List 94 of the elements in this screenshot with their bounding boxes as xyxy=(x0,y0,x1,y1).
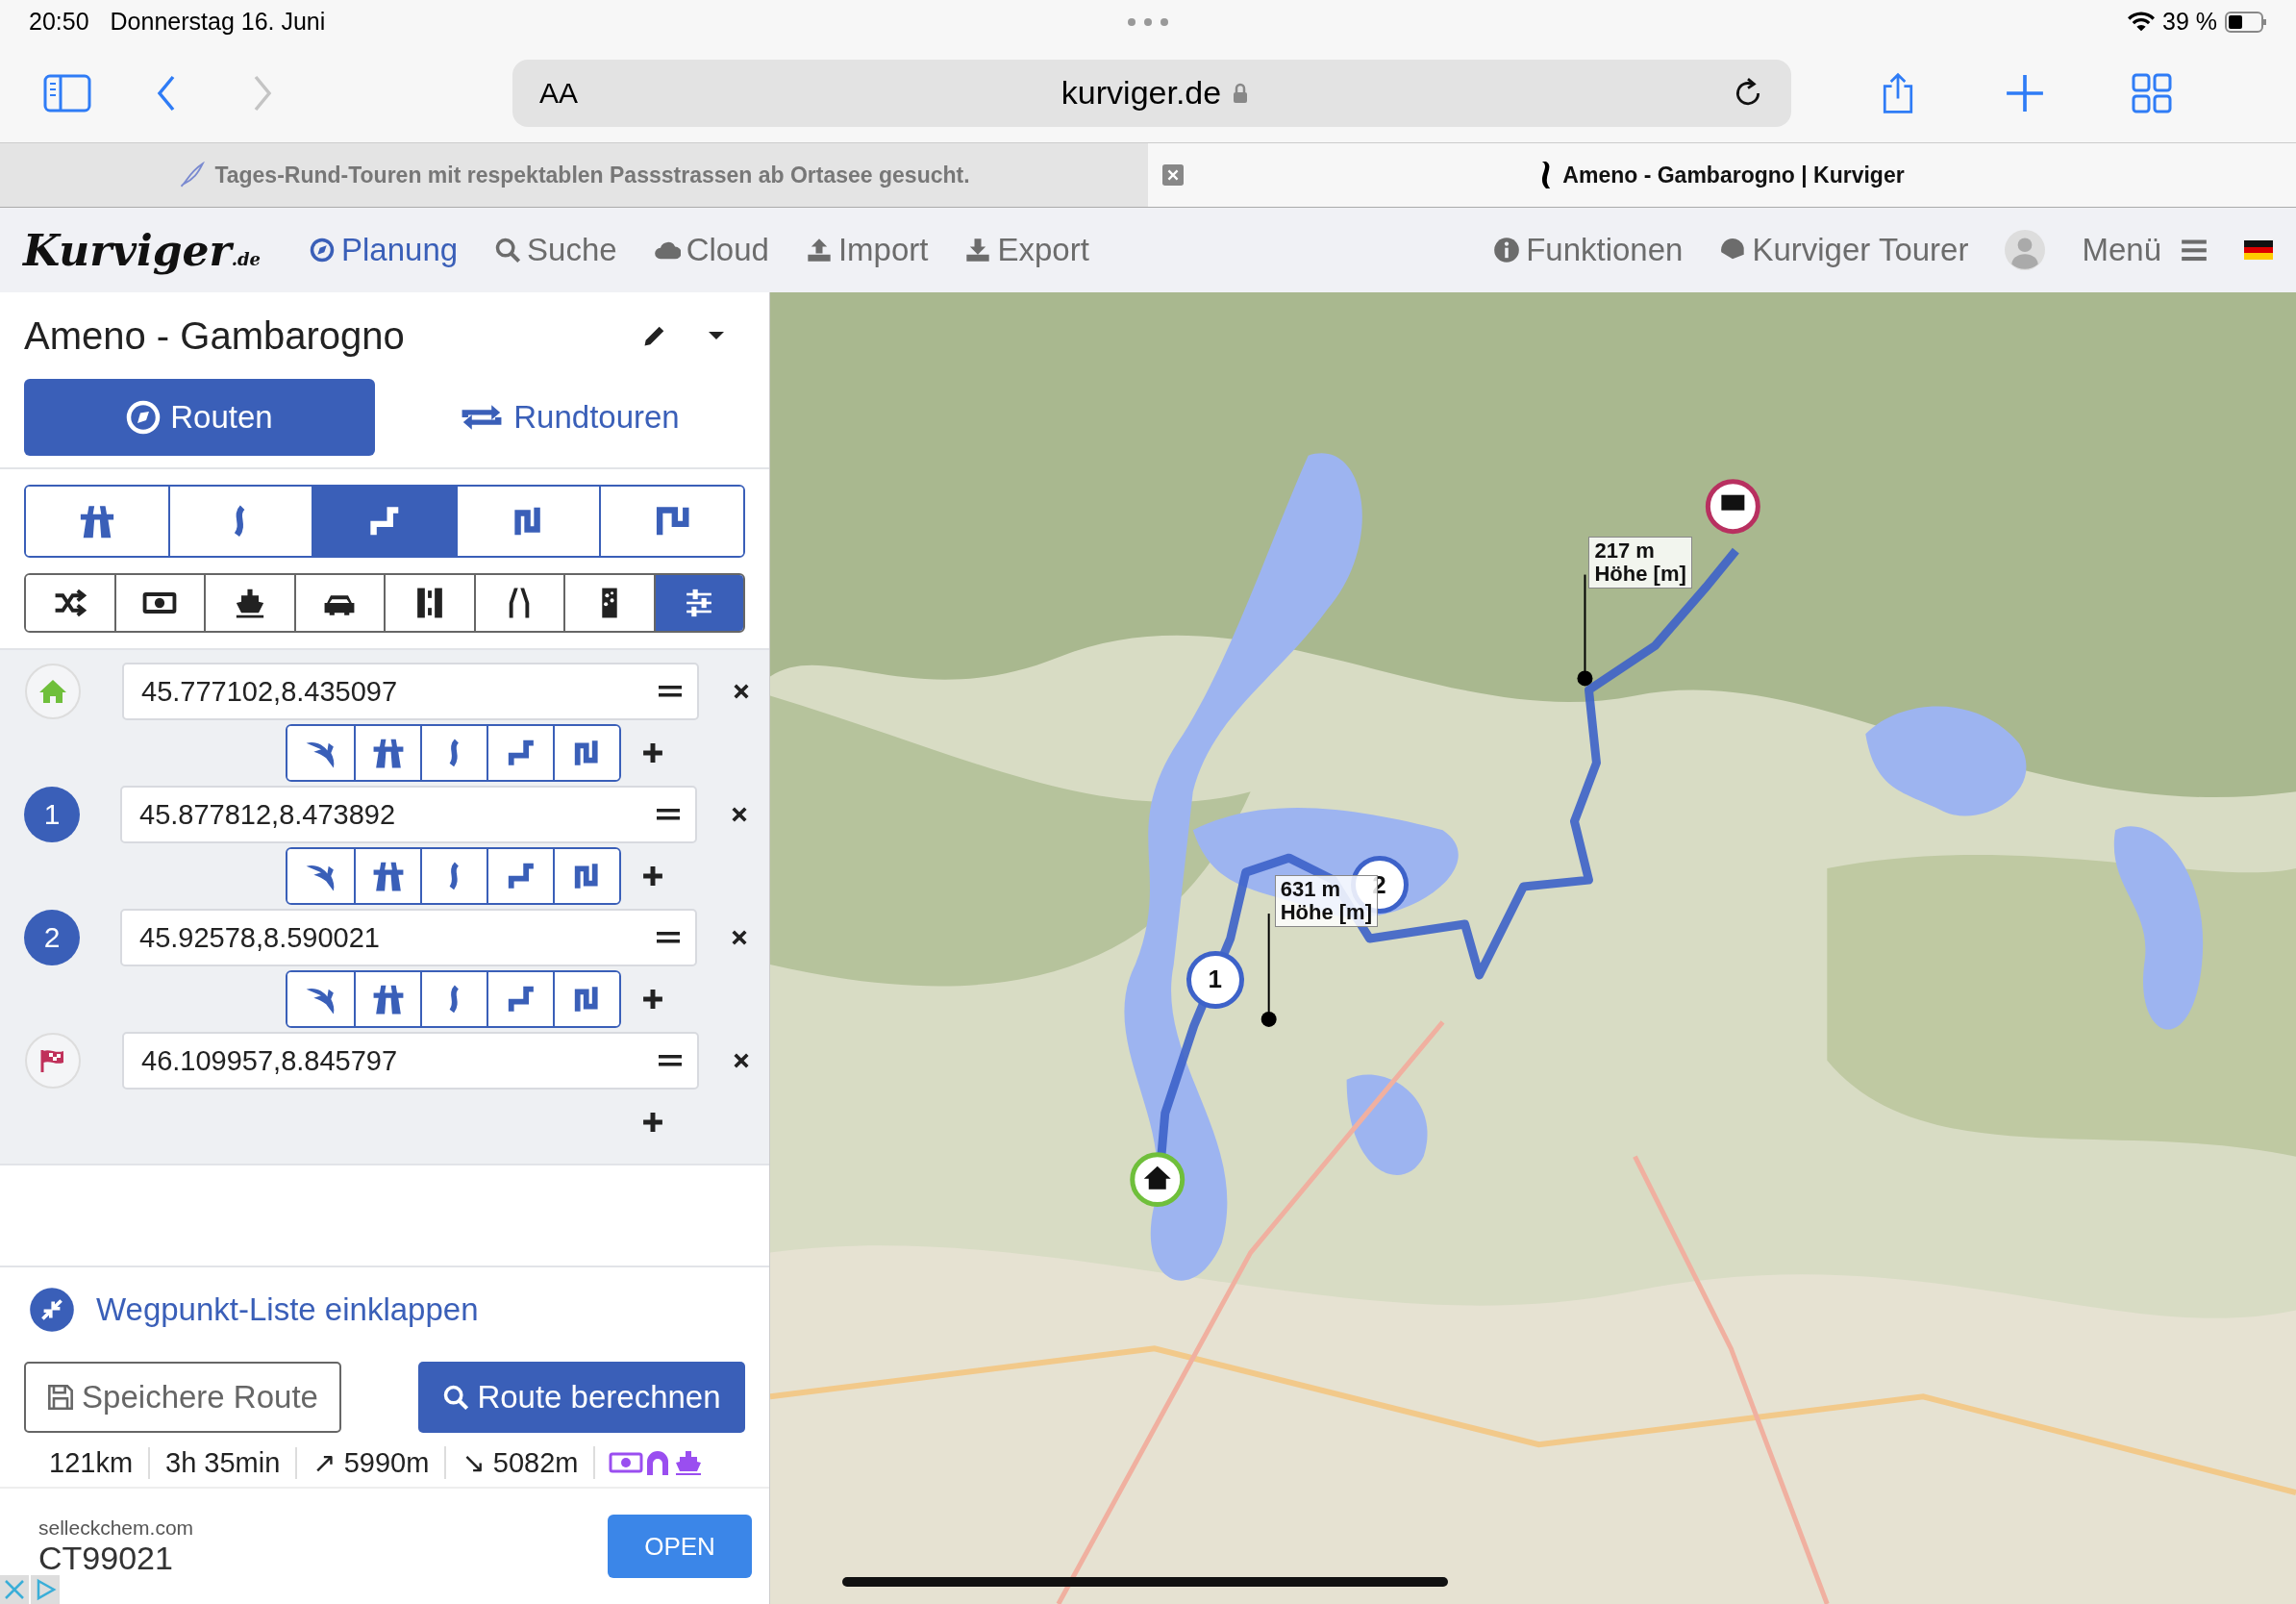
waypoint-field[interactable]: 46.109957,8.845797 xyxy=(122,1032,699,1090)
compass-icon xyxy=(126,400,162,435)
segment-type-button[interactable] xyxy=(553,726,619,780)
status-date: Donnerstag 16. Juni xyxy=(110,8,326,36)
route-stat: 121km xyxy=(24,1446,151,1479)
dropdown-caret-icon[interactable] xyxy=(707,330,726,341)
status-time: 20:50 xyxy=(29,8,89,36)
ad-open-button[interactable]: OPEN xyxy=(608,1515,752,1578)
segment-type-button[interactable] xyxy=(420,972,487,1026)
waypoint-field[interactable]: 45.877812,8.473892 xyxy=(120,786,697,843)
nav-link[interactable]: Import xyxy=(805,232,929,268)
curvy-road-icon xyxy=(447,739,462,767)
language-flag-icon[interactable] xyxy=(2244,239,2273,261)
road-type-button[interactable] xyxy=(312,487,456,556)
save-route-button[interactable]: Speichere Route xyxy=(24,1362,341,1433)
segment-type-button[interactable] xyxy=(287,972,354,1026)
segment-type-button[interactable] xyxy=(420,726,487,780)
nav-link[interactable]: Export xyxy=(964,232,1089,268)
calculate-route-button[interactable]: Route berechnen xyxy=(418,1362,745,1433)
drag-handle-icon[interactable] xyxy=(657,808,680,821)
elevation-label: 631 m Höhe [m] xyxy=(1274,875,1378,928)
quill-icon xyxy=(178,162,206,188)
finish-flag-icon xyxy=(24,1032,82,1090)
nav-link[interactable]: Cloud xyxy=(653,232,769,268)
back-icon[interactable] xyxy=(157,73,176,113)
route-stat: ↗ 5990m xyxy=(297,1446,447,1479)
remove-icon[interactable] xyxy=(733,683,750,700)
save-icon xyxy=(47,1384,75,1411)
waypoint-field[interactable]: 45.777102,8.435097 xyxy=(122,663,699,720)
browser-tab[interactable]: Tages-Rund-Touren mit respektablen Passstrassen ab Ortasee gesucht. xyxy=(0,143,1148,207)
upload-icon xyxy=(805,237,833,263)
drag-handle-icon[interactable] xyxy=(657,931,680,944)
drag-handle-icon[interactable] xyxy=(659,685,682,698)
search-icon xyxy=(494,237,522,263)
road-type-button[interactable] xyxy=(599,487,743,556)
ad-title: CT99021 xyxy=(38,1539,174,1577)
remove-icon[interactable] xyxy=(731,806,748,823)
lock-icon xyxy=(1233,82,1249,104)
segment-type-button[interactable] xyxy=(487,849,553,903)
url-text: kurviger.de xyxy=(1061,74,1222,112)
drag-handle-icon[interactable] xyxy=(659,1054,682,1067)
ad-domain: selleckchem.com xyxy=(38,1516,195,1540)
nav-link[interactable]: Funktionen xyxy=(1493,232,1684,268)
search-icon xyxy=(442,1384,470,1411)
segment-type-button[interactable] xyxy=(354,849,420,903)
segment-type-button[interactable] xyxy=(487,972,553,1026)
ad-choices-icon[interactable] xyxy=(0,1575,60,1604)
collapse-icon[interactable] xyxy=(29,1287,75,1333)
mode-tab[interactable]: Rundtouren xyxy=(394,379,745,456)
segment-type-button[interactable] xyxy=(553,849,619,903)
segment-type-button[interactable] xyxy=(420,849,487,903)
info-icon xyxy=(1493,237,1521,263)
segment-type-button[interactable] xyxy=(354,972,420,1026)
text-size-button[interactable]: AA xyxy=(539,76,579,110)
elevation-label: 217 m Höhe [m] xyxy=(1588,536,1692,589)
remove-icon[interactable] xyxy=(733,1052,750,1069)
sidebar-icon[interactable] xyxy=(43,73,91,113)
menu-button[interactable]: Menü xyxy=(2082,232,2208,268)
download-icon xyxy=(964,237,992,263)
route-stat: 3h 35min xyxy=(150,1446,298,1479)
curvy-road-icon xyxy=(447,985,462,1014)
segment-type-button[interactable] xyxy=(553,972,619,1026)
add-waypoint-icon[interactable] xyxy=(642,865,663,887)
add-waypoint-icon[interactable] xyxy=(642,989,663,1010)
compass-icon xyxy=(309,237,336,263)
kurviger-logo[interactable]: Kurviger.de xyxy=(23,225,261,275)
battery-percent: 39 % xyxy=(2162,8,2217,36)
remove-icon[interactable] xyxy=(731,929,748,946)
segment-type-button[interactable] xyxy=(487,726,553,780)
segment-type-button[interactable] xyxy=(287,849,354,903)
close-icon[interactable] xyxy=(1162,164,1184,186)
add-waypoint-icon[interactable] xyxy=(642,1112,663,1133)
route-option-toggle[interactable] xyxy=(653,575,743,631)
address-bar[interactable]: AA kurviger.de xyxy=(512,59,1791,127)
waypoint-field[interactable]: 45.92578,8.590021 xyxy=(120,909,697,966)
collapse-link[interactable]: Wegpunkt-Liste einklappen xyxy=(96,1291,479,1328)
wifi-icon xyxy=(2128,11,2155,33)
tabs-icon[interactable] xyxy=(2132,71,2172,114)
route-title: Ameno - Gambarogno xyxy=(24,313,406,358)
segment-type-button[interactable] xyxy=(354,726,420,780)
mode-tab[interactable]: Routen xyxy=(24,379,375,456)
multitask-icon[interactable] xyxy=(1127,17,1169,27)
nav-link[interactable]: Suche xyxy=(494,232,617,268)
waypoint-number: 1 xyxy=(24,787,80,842)
battery-icon xyxy=(2225,11,2267,33)
route-stat: ↘ 5082m xyxy=(446,1446,596,1479)
nav-link[interactable]: Planung xyxy=(309,232,459,268)
nav-link[interactable]: Kurviger Tourer xyxy=(1719,232,1969,268)
segment-type-button[interactable] xyxy=(287,726,354,780)
waypoint-number: 2 xyxy=(24,910,80,965)
add-waypoint-icon[interactable] xyxy=(642,742,663,764)
curvy-road-icon xyxy=(447,862,462,890)
home-icon xyxy=(24,663,82,720)
finish-marker-icon[interactable] xyxy=(1705,479,1760,535)
